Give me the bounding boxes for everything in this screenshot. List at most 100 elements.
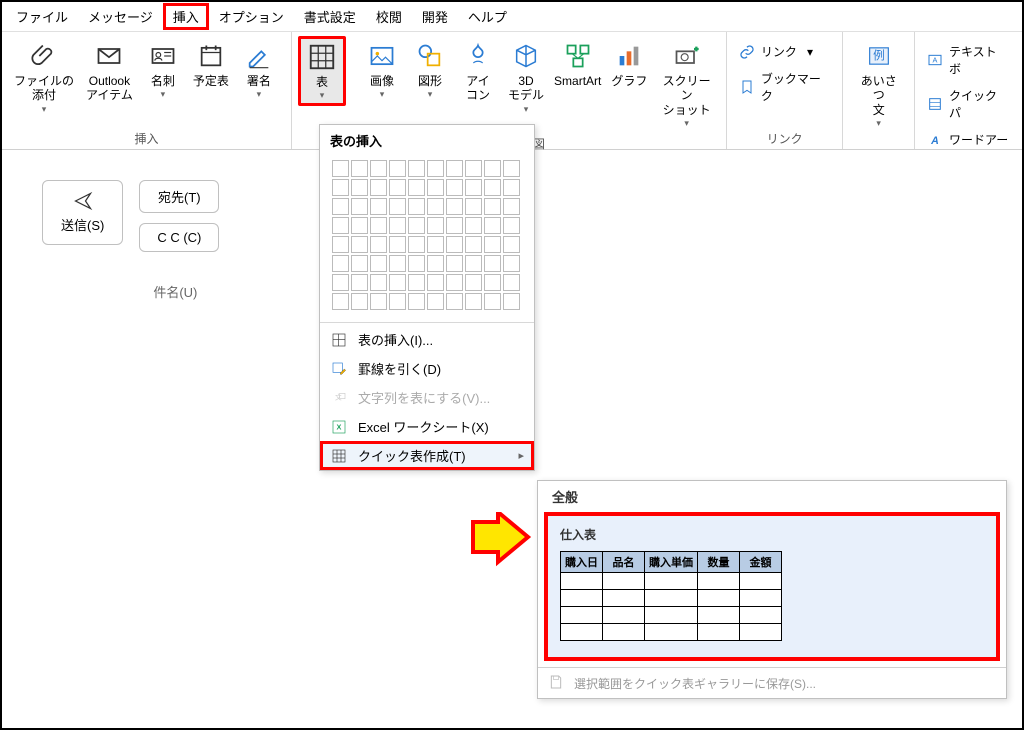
- textbox-label: テキスト ボ: [949, 43, 1010, 77]
- menu-review[interactable]: 校閲: [366, 3, 412, 30]
- textbox-button[interactable]: A テキスト ボ: [921, 40, 1016, 80]
- envelope-icon: [93, 40, 125, 72]
- ribbon-group-greeting-label: [849, 133, 908, 151]
- convert-text-label: 文字列を表にする(V)...: [358, 388, 490, 407]
- quickparts-icon: [927, 96, 943, 112]
- quick-table-preview[interactable]: 仕入表 購入日品名購入単価数量金額: [544, 512, 1000, 661]
- business-card-label: 名刺: [151, 74, 175, 88]
- chevron-down-icon: ▾: [684, 118, 689, 129]
- signature-button[interactable]: 署名 ▾: [235, 36, 283, 104]
- pencil-grid-icon: [330, 360, 348, 378]
- bookmark-button[interactable]: ブックマーク: [733, 67, 836, 107]
- bookmark-icon: [739, 79, 755, 95]
- paperclip-icon: [28, 40, 60, 72]
- insert-table-menuitem[interactable]: 表の挿入(I)...: [320, 325, 534, 354]
- calendar-button[interactable]: 予定表: [187, 36, 235, 92]
- save-selection-label: 選択範囲をクイック表ギャラリーに保存(S)...: [574, 675, 816, 692]
- screenshot-button[interactable]: スクリーン ショット ▾: [653, 36, 720, 133]
- chart-icon: [613, 40, 645, 72]
- 3d-model-button[interactable]: 3D モデル ▾: [502, 36, 550, 119]
- ribbon-group-links: リンク ▾ ブックマーク リンク: [727, 32, 843, 149]
- quickparts-button[interactable]: クイック パ: [921, 84, 1016, 124]
- menu-format[interactable]: 書式設定: [294, 3, 366, 30]
- send-label: 送信(S): [61, 215, 104, 234]
- insert-table-label: 表の挿入(I)...: [358, 330, 433, 349]
- attach-file-label: ファイルの 添付: [14, 74, 74, 103]
- bookmark-label: ブックマーク: [761, 70, 830, 104]
- menu-file[interactable]: ファイル: [6, 3, 78, 30]
- quick-tables-label: クイック表作成(T): [358, 446, 466, 465]
- picture-icon: [366, 40, 398, 72]
- send-icon: [70, 191, 96, 211]
- quick-tables-flyout: 全般 仕入表 購入日品名購入単価数量金額 選択範囲をクイック表ギャラリーに保存(…: [537, 480, 1007, 699]
- wordart-icon: A: [927, 132, 943, 148]
- excel-worksheet-label: Excel ワークシート(X): [358, 417, 489, 436]
- svg-text:例: 例: [873, 49, 885, 63]
- flyout-category-header: 全般: [538, 481, 1006, 512]
- cc-button[interactable]: C C (C): [139, 223, 219, 252]
- wordart-label: ワードアー: [949, 131, 1008, 148]
- chevron-down-icon: ▾: [161, 89, 166, 100]
- outlook-item-label: Outlook アイテム: [86, 74, 133, 103]
- excel-icon: X: [330, 418, 348, 436]
- shapes-icon: [414, 40, 446, 72]
- icons-icon: [462, 40, 494, 72]
- wordart-button[interactable]: A ワードアー: [921, 128, 1014, 151]
- svg-text:A: A: [930, 135, 939, 147]
- camera-icon: [671, 40, 703, 72]
- chevron-down-icon: ▾: [428, 89, 433, 100]
- table-button[interactable]: 表 ▾: [298, 36, 346, 106]
- svg-text:文: 文: [335, 392, 342, 401]
- shapes-button[interactable]: 図形 ▾: [406, 36, 454, 104]
- table-grid-icon: [306, 41, 338, 73]
- icons-button[interactable]: アイ コン: [454, 36, 502, 107]
- table-button-label: 表: [316, 75, 328, 89]
- menu-message[interactable]: メッセージ: [78, 3, 163, 30]
- greeting-label: あいさつ 文: [855, 74, 902, 117]
- chevron-down-icon: ▾: [42, 104, 47, 115]
- preview-title: 仕入表: [554, 522, 990, 547]
- send-button[interactable]: 送信(S): [42, 180, 123, 245]
- 3d-model-label: 3D モデル: [508, 74, 544, 103]
- table-grid-picker[interactable]: [320, 154, 534, 320]
- chevron-down-icon: ▾: [876, 118, 881, 129]
- business-card-button[interactable]: 名刺 ▾: [139, 36, 187, 104]
- to-button[interactable]: 宛先(T): [139, 180, 219, 213]
- greeting-icon: 例: [863, 40, 895, 72]
- chevron-right-icon: ▸: [518, 449, 524, 462]
- draw-table-menuitem[interactable]: 罫線を引く(D): [320, 354, 534, 383]
- ribbon-group-greeting: 例 あいさつ 文 ▾: [843, 32, 915, 149]
- svg-text:A: A: [933, 56, 938, 65]
- menu-help[interactable]: ヘルプ: [458, 3, 517, 30]
- ribbon-group-links-label: リンク: [733, 128, 836, 149]
- table-dropdown-panel: 表の挿入 表の挿入(I)... 罫線を引く(D) 文 文字列を表にする(V)..…: [319, 124, 535, 471]
- chevron-down-icon: ▾: [807, 45, 813, 59]
- save-icon: [548, 674, 566, 692]
- smartart-icon: [562, 40, 594, 72]
- preview-table: 購入日品名購入単価数量金額: [560, 551, 782, 641]
- cube-icon: [510, 40, 542, 72]
- calendar-label: 予定表: [193, 74, 229, 88]
- convert-text-menuitem: 文 文字列を表にする(V)...: [320, 383, 534, 412]
- table-grid-icon: [330, 331, 348, 349]
- table-panel-title: 表の挿入: [320, 125, 534, 154]
- excel-worksheet-menuitem[interactable]: X Excel ワークシート(X): [320, 412, 534, 441]
- smartart-button[interactable]: SmartArt: [550, 36, 605, 92]
- outlook-item-button[interactable]: Outlook アイテム: [80, 36, 139, 107]
- smartart-label: SmartArt: [554, 74, 601, 88]
- link-button[interactable]: リンク ▾: [733, 40, 819, 63]
- menu-insert[interactable]: 挿入: [163, 3, 209, 30]
- quick-tables-menuitem[interactable]: クイック表作成(T) ▸: [320, 441, 534, 470]
- attach-file-button[interactable]: ファイルの 添付 ▾: [8, 36, 80, 119]
- link-label: リンク: [761, 43, 797, 60]
- save-selection-menuitem: 選択範囲をクイック表ギャラリーに保存(S)...: [538, 668, 1006, 698]
- calendar-icon: [195, 40, 227, 72]
- chevron-down-icon: ▾: [257, 89, 262, 100]
- greeting-button[interactable]: 例 あいさつ 文 ▾: [849, 36, 908, 133]
- menu-options[interactable]: オプション: [209, 3, 294, 30]
- chart-button[interactable]: グラフ: [605, 36, 653, 92]
- picture-button[interactable]: 画像 ▾: [358, 36, 406, 104]
- link-icon: [739, 44, 755, 60]
- quickparts-label: クイック パ: [949, 87, 1010, 121]
- menu-developer[interactable]: 開発: [412, 3, 458, 30]
